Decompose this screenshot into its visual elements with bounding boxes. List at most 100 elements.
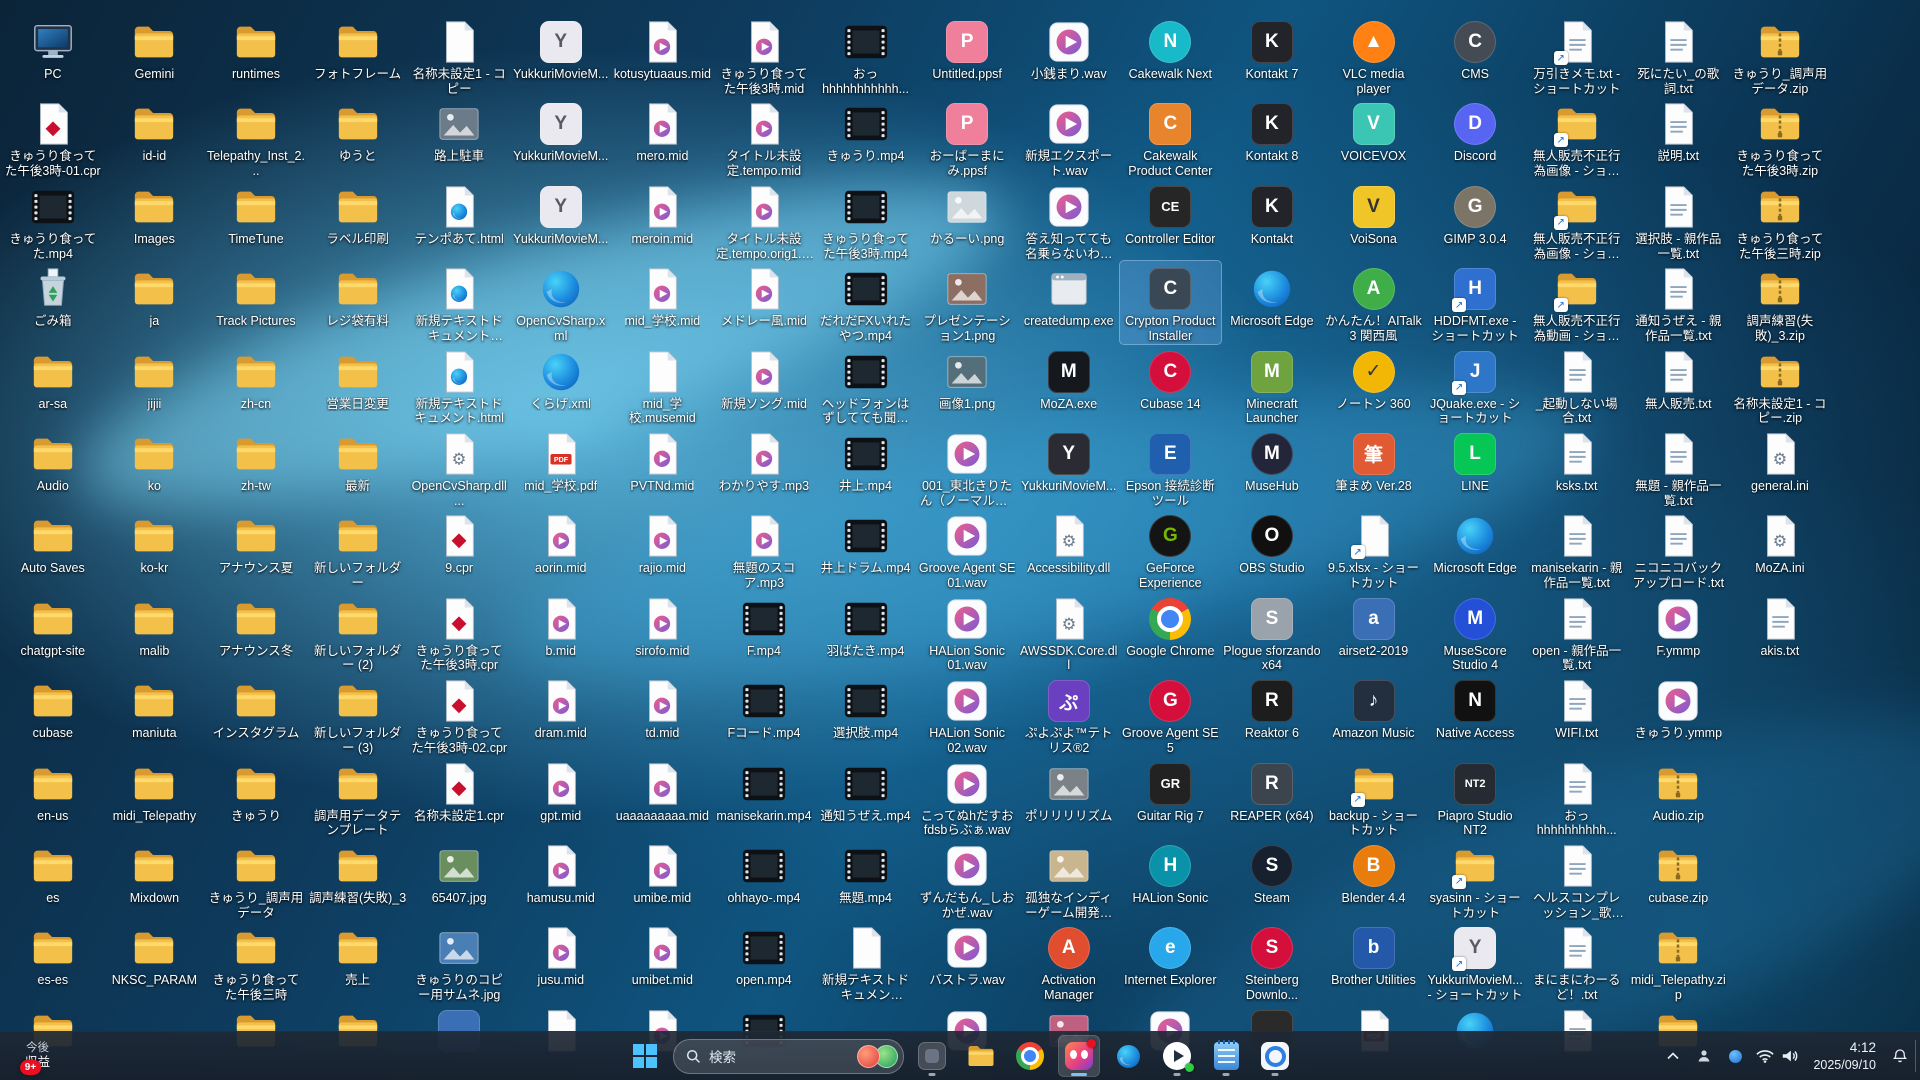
desktop-icon[interactable]: レジ袋有料 (307, 261, 409, 343)
desktop-icon[interactable]: くらげ.xml (510, 344, 612, 426)
desktop-icon[interactable]: きゅうり食ってた.mp4 (2, 179, 104, 261)
desktop-icon[interactable]: id-id (104, 96, 206, 178)
desktop-icon[interactable]: ♪ Amazon Music (1323, 673, 1425, 755)
desktop-icon[interactable]: zh-cn (205, 344, 307, 426)
desktop-icon[interactable]: N Native Access (1424, 673, 1526, 755)
desktop-icon[interactable]: OpenCvSharp.xml (510, 261, 612, 343)
desktop-icon[interactable]: 営業日変更 (307, 344, 409, 426)
desktop-icon[interactable]: 001_東北きりたん（ノーマル）_今しゃ... (916, 426, 1018, 508)
desktop-icon[interactable]: ニコニコバックアップロード.txt (1628, 508, 1730, 590)
desktop-icon[interactable]: Track Pictures (205, 261, 307, 343)
desktop-icon[interactable]: PVTNd.mid (612, 426, 714, 508)
desktop-icon[interactable]: J ↗ JQuake.exe - ショートカット (1424, 344, 1526, 426)
desktop-icon[interactable]: わかりやす.mp3 (713, 426, 815, 508)
desktop-icon[interactable]: アナウンス夏 (205, 508, 307, 590)
desktop-icon[interactable]: gpt.mid (510, 756, 612, 838)
desktop-icon[interactable]: S Steam (1221, 838, 1323, 920)
desktop-icon[interactable]: きゅうり食ってた午後3時.cpr (408, 591, 510, 673)
search-highlight-icon[interactable] (857, 1044, 898, 1068)
desktop-icon[interactable]: インスタグラム (205, 673, 307, 755)
desktop-icon[interactable]: L LINE (1424, 426, 1526, 508)
desktop-icon[interactable]: 井上ドラム.mp4 (815, 508, 917, 590)
desktop-icon[interactable]: アナウンス冬 (205, 591, 307, 673)
desktop-icon[interactable]: かるーい.png (916, 179, 1018, 261)
desktop-icon[interactable]: F.ymmp (1628, 591, 1730, 673)
desktop-icon[interactable]: ゆうと (307, 96, 409, 178)
desktop-icon[interactable]: umibe.mid (612, 838, 714, 920)
desktop-icon[interactable]: chatgpt-site (2, 591, 104, 673)
desktop-icon[interactable]: open - 親作品一覧.txt (1526, 591, 1628, 673)
desktop-icon[interactable]: ⚙ Accessibility.dll (1018, 508, 1120, 590)
desktop-icon[interactable]: uaaaaaaaaa.mid (612, 756, 714, 838)
desktop-icon[interactable]: ずんだもん_しおかぜ.wav (916, 838, 1018, 920)
desktop-icon[interactable]: 答え知ってても名乗らないわこれ.wav (1018, 179, 1120, 261)
desktop-icon[interactable]: midi_Telepathy.zip (1628, 920, 1730, 1002)
desktop-icon[interactable]: meroin.mid (612, 179, 714, 261)
desktop-icon[interactable]: WIFI.txt (1526, 673, 1628, 755)
desktop-icon[interactable]: 無題.mp4 (815, 838, 917, 920)
desktop-icon[interactable]: TimeTune (205, 179, 307, 261)
desktop-icon[interactable]: ⚙ general.ini (1729, 426, 1831, 508)
desktop-icon[interactable]: 通知うぜえ - 親作品一覧.txt (1628, 261, 1730, 343)
desktop-icon[interactable]: M MuseScore Studio 4 (1424, 591, 1526, 673)
desktop-icon[interactable]: 最新 (307, 426, 409, 508)
desktop-icon[interactable]: 調声用データテンプレート (307, 756, 409, 838)
desktop-icon[interactable]: ぷぷよぷよ™テトリス®2 (1018, 673, 1120, 755)
desktop-icon[interactable]: ↗ backup - ショートカット (1323, 756, 1425, 838)
desktop-icon[interactable]: F.mp4 (713, 591, 815, 673)
desktop-icon[interactable]: createdump.exe (1018, 261, 1120, 343)
desktop-icon[interactable]: こってぬhだすおfdsbらぶぁ.wav (916, 756, 1018, 838)
desktop-icon[interactable]: en-us (2, 756, 104, 838)
desktop-icon[interactable]: 死にたい_の歌詞.txt (1628, 14, 1730, 96)
desktop-icon[interactable]: 井上.mp4 (815, 426, 917, 508)
taskbar-app-chrome[interactable] (1009, 1035, 1051, 1077)
desktop-icon[interactable]: Fコード.mp4 (713, 673, 815, 755)
desktop-icon[interactable]: ko (104, 426, 206, 508)
desktop-icon[interactable]: きゅうりのコピー用サムネ.jpg (408, 920, 510, 1002)
desktop-icon[interactable]: Microsoft Edge (1424, 508, 1526, 590)
desktop-icon[interactable]: メドレー風.mid (713, 261, 815, 343)
desktop-icon[interactable]: Groove Agent SE 01.wav (916, 508, 1018, 590)
desktop-icon[interactable]: 説明.txt (1628, 96, 1730, 178)
desktop-icon[interactable]: 65407.jpg (408, 838, 510, 920)
desktop-icon[interactable]: 無人販売.txt (1628, 344, 1730, 426)
desktop-icon[interactable]: maniuta (104, 673, 206, 755)
desktop-icon[interactable]: きゅうり (205, 756, 307, 838)
desktop-icon[interactable]: 新しいフォルダー (3) (307, 673, 409, 755)
desktop-icon[interactable]: バストラ.wav (916, 920, 1018, 1002)
tray-overflow-chevron-button[interactable] (1659, 1038, 1687, 1074)
desktop-icon[interactable]: ja (104, 261, 206, 343)
desktop-icon[interactable]: C Crypton Product Installer (1118, 260, 1223, 345)
desktop-icon[interactable]: ⚙ AWSSDK.Core.dll (1018, 591, 1120, 673)
desktop-icon[interactable]: G GIMP 3.0.4 (1424, 179, 1526, 261)
desktop-icon[interactable]: Google Chrome (1120, 591, 1222, 673)
desktop-icon[interactable]: ↗無人販売不正行為画像 - ショートカッ... (1526, 96, 1628, 178)
desktop-icon[interactable]: a airset2-2019 (1323, 591, 1425, 673)
desktop-icon[interactable]: Images (104, 179, 206, 261)
desktop-icon[interactable]: jusu.mid (510, 920, 612, 1002)
desktop-icon[interactable]: es (2, 838, 104, 920)
desktop-icon[interactable]: テンポあて.html (408, 179, 510, 261)
desktop-icon[interactable]: A かんたん！AITalk 3 関西風 (1323, 261, 1425, 343)
desktop-icon[interactable]: G Groove Agent SE 5 (1120, 673, 1222, 755)
desktop-icon[interactable]: 選択肢.mp4 (815, 673, 917, 755)
desktop-icon[interactable]: R REAPER (x64) (1221, 756, 1323, 838)
taskbar-app-file-explorer[interactable] (960, 1035, 1002, 1077)
desktop-icon[interactable]: 名称未設定1 - コピー.zip (1729, 344, 1831, 426)
desktop-icon[interactable]: きゅうり.ymmp (1628, 673, 1730, 755)
desktop-icon[interactable]: cubase.zip (1628, 838, 1730, 920)
desktop-icon[interactable]: A Activation Manager (1018, 920, 1120, 1002)
desktop-icon[interactable]: ⚙ MoZA.ini (1729, 508, 1831, 590)
desktop-icon[interactable]: 名称未設定1.cpr (408, 756, 510, 838)
desktop-icon[interactable]: きゅうり食ってた午後3時-02.cpr (408, 673, 510, 755)
desktop-icon[interactable]: きゅうり食ってた午後3時.zip (1729, 96, 1831, 178)
desktop-icon[interactable]: 調声練習(失敗)_3.zip (1729, 261, 1831, 343)
desktop-icon[interactable]: es-es (2, 920, 104, 1002)
desktop-icon[interactable]: D Discord (1424, 96, 1526, 178)
desktop-icon[interactable]: ksks.txt (1526, 426, 1628, 508)
desktop-icon[interactable]: きゅうり食ってた午後3時.mid (713, 14, 815, 96)
desktop-icon[interactable]: mid_学校.musemid (612, 344, 714, 426)
desktop-icon[interactable]: zh-tw (205, 426, 307, 508)
desktop-icon[interactable]: Auto Saves (2, 508, 104, 590)
desktop-icon[interactable]: mid_学校.mid (612, 261, 714, 343)
